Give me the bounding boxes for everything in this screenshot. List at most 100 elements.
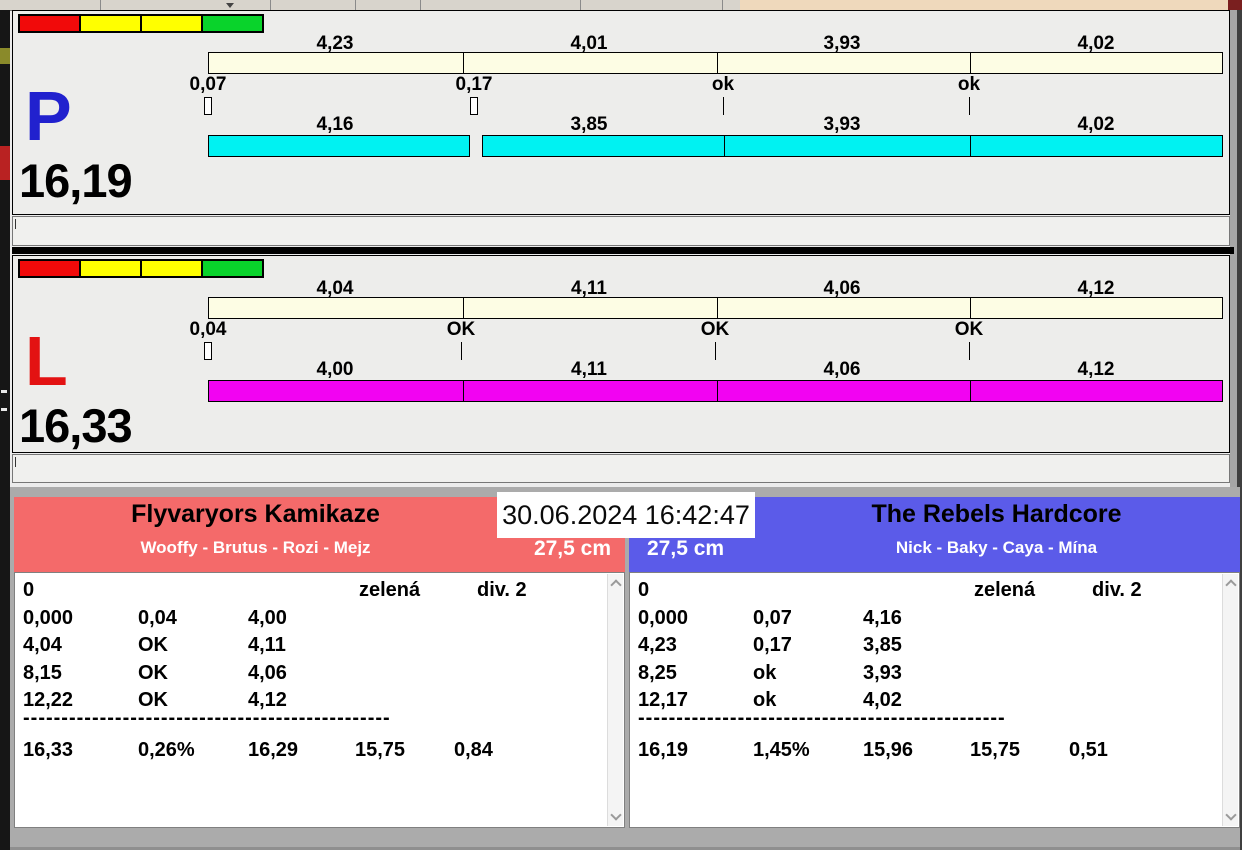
split-time-label: 4,11	[571, 278, 607, 299]
split-bar-divider	[970, 53, 971, 73]
results-textbox[interactable]: 0 zelená div. 2 0,000 0,07 4,16 4,23 0,1…	[629, 572, 1240, 828]
run-bar-divider	[717, 381, 718, 401]
result-row: 8,25 ok 3,93	[630, 660, 1239, 686]
result-cell: 0,17	[753, 634, 792, 656]
split-bar	[208, 52, 1223, 74]
total-cell: 0,84	[454, 739, 493, 761]
datetime-display: 30.06.2024 16:42:47	[497, 492, 755, 538]
traffic-light-yellow-1	[79, 259, 142, 278]
start-marker-tick-icon	[723, 97, 724, 115]
chevron-down-icon	[226, 3, 234, 8]
split-time-label: 4,01	[570, 33, 608, 54]
split-bar-divider	[717, 53, 718, 73]
result-cell: 4,16	[863, 607, 902, 629]
scroll-up-icon[interactable]	[611, 579, 620, 588]
start-marker-label: OK	[954, 319, 984, 340]
split-bar-divider	[463, 53, 464, 73]
split-bar-divider	[717, 298, 718, 318]
result-row: 0,000 0,04 4,00	[15, 605, 624, 631]
start-marker-label: OK	[700, 319, 730, 340]
total-percent: 0,26%	[138, 739, 195, 761]
run-bar-divider	[970, 381, 971, 401]
division-cell: div. 2	[477, 579, 527, 601]
run-time-label: 4,12	[1077, 359, 1115, 380]
result-cell: 0,000	[638, 607, 689, 629]
scrollbar[interactable]	[1222, 574, 1238, 826]
traffic-light	[18, 14, 264, 33]
totals-row: 16,33 0,26% 16,29 15,75 0,84	[15, 737, 624, 763]
start-marker-label: 0,17	[455, 74, 493, 95]
background-fragment	[0, 48, 10, 64]
total-time: 16,33	[23, 739, 74, 761]
team-name: The Rebels Hardcore	[871, 500, 1122, 528]
status-cell: zelená	[359, 579, 421, 601]
split-time-label: 4,02	[1077, 33, 1115, 54]
lane-total-time: 16,33	[19, 399, 133, 452]
toolbar-divider	[722, 0, 723, 10]
total-cell: 15,75	[970, 739, 1021, 761]
split-time-label: 4,23	[316, 33, 354, 54]
traffic-light-yellow-2	[140, 14, 203, 33]
result-cell: 4,00	[248, 607, 287, 629]
background-window-left-strip	[0, 10, 10, 850]
split-time-label: 4,06	[823, 278, 861, 299]
flyball-timing-screen: P 16,19 4,23 4,01 3,93 4,02 0,07 0,17 ok…	[0, 0, 1242, 850]
result-row: 4,23 0,17 3,85	[630, 632, 1239, 658]
split-bar-divider	[463, 298, 464, 318]
totals-row: 16,19 1,45% 15,96 15,75 0,51	[630, 737, 1239, 763]
total-cell: 15,75	[355, 739, 406, 761]
scroll-down-icon[interactable]	[1226, 812, 1235, 821]
split-time-label: 4,12	[1077, 278, 1115, 299]
scroll-down-icon[interactable]	[611, 812, 620, 821]
traffic-light-yellow-1	[79, 14, 142, 33]
result-row: 8,15 OK 4,06	[15, 660, 624, 686]
run-bar-divider	[463, 381, 464, 401]
team-dogs: Wooffy - Brutus - Rozi - Mejz	[140, 538, 371, 557]
separator-row: ----------------------------------------…	[630, 705, 1239, 731]
run-time-label: 4,11	[571, 359, 607, 380]
results-textbox[interactable]: 0 zelená div. 2 0,000 0,04 4,00 4,04 OK …	[14, 572, 625, 828]
result-row: 0 zelená div. 2	[630, 577, 1239, 603]
start-marker-label: 0,04	[189, 319, 227, 340]
status-cell: zelená	[974, 579, 1036, 601]
toolbar-divider	[355, 0, 356, 10]
split-time-label: 4,04	[316, 278, 354, 299]
result-cell: 4,04	[23, 634, 62, 656]
start-marker-tick-icon	[969, 97, 970, 115]
traffic-light-yellow-2	[140, 259, 203, 278]
separator-row: ----------------------------------------…	[15, 705, 624, 731]
start-marker-tick-icon	[969, 342, 970, 360]
lane-panel-l: L 16,33 4,04 4,11 4,06 4,12 0,04 OK OK O…	[12, 255, 1230, 453]
traffic-light-red	[18, 259, 81, 278]
start-marker-box-icon	[204, 97, 212, 115]
result-cell: ok	[753, 662, 777, 684]
scrollbar[interactable]	[607, 574, 623, 826]
total-time: 16,19	[638, 739, 689, 761]
toolbar-divider	[580, 0, 581, 10]
result-row: 4,04 OK 4,11	[15, 632, 624, 658]
total-cell: 16,29	[248, 739, 299, 761]
traffic-light-green	[201, 14, 264, 33]
result-cell: 0,07	[753, 607, 792, 629]
start-marker-tick-icon	[461, 342, 462, 360]
lane-letter: L	[25, 322, 68, 400]
lane-panel-p: P 16,19 4,23 4,01 3,93 4,02 0,07 0,17 ok…	[12, 10, 1230, 215]
result-cell: 0	[638, 579, 650, 601]
result-cell: OK	[138, 634, 168, 656]
result-row: 0 zelená div. 2	[15, 577, 624, 603]
background-fragment	[1, 390, 7, 393]
split-bar-divider	[970, 298, 971, 318]
start-marker-box-icon	[470, 97, 478, 115]
split-time-label: 3,93	[823, 33, 861, 54]
run-time-label: 4,06	[823, 359, 861, 380]
scroll-up-icon[interactable]	[1226, 579, 1235, 588]
run-time-label: 4,00	[316, 359, 354, 380]
result-cell: 3,93	[863, 662, 902, 684]
traffic-light-red	[18, 14, 81, 33]
run-bar-segment	[208, 380, 1223, 402]
result-cell: 4,06	[248, 662, 287, 684]
start-marker-tick-icon	[715, 342, 716, 360]
result-cell: 8,25	[638, 662, 677, 684]
result-cell: 0,000	[23, 607, 74, 629]
run-time-label: 3,93	[823, 114, 861, 135]
